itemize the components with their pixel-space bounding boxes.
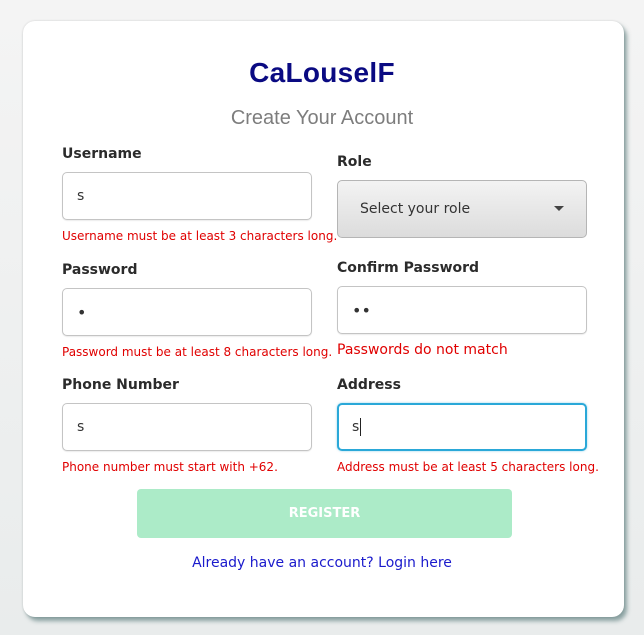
confirm-password-error: Passwords do not match xyxy=(337,342,508,358)
address-label: Address xyxy=(337,377,401,393)
password-value: • xyxy=(77,302,87,322)
password-error: Password must be at least 8 characters l… xyxy=(62,345,333,359)
phone-label: Phone Number xyxy=(62,377,179,393)
phone-value: s xyxy=(77,419,85,435)
login-link[interactable]: Already have an account? Login here xyxy=(0,555,644,571)
confirm-password-field[interactable]: •• xyxy=(337,286,587,334)
password-label: Password xyxy=(62,262,138,278)
username-field[interactable]: s xyxy=(62,172,312,220)
address-error: Address must be at least 5 characters lo… xyxy=(337,460,599,474)
username-value: s xyxy=(77,188,85,204)
register-button[interactable]: REGISTER xyxy=(137,489,512,538)
username-error: Username must be at least 3 characters l… xyxy=(62,229,338,243)
text-caret xyxy=(360,418,362,436)
chevron-down-icon xyxy=(554,206,564,211)
page-subtitle: Create Your Account xyxy=(230,107,414,129)
address-field[interactable]: s xyxy=(337,403,587,451)
role-select[interactable]: Select your role xyxy=(337,180,587,238)
password-field[interactable]: • xyxy=(62,288,312,336)
confirm-password-label: Confirm Password xyxy=(337,260,480,276)
username-label: Username xyxy=(62,146,142,162)
phone-field[interactable]: s xyxy=(62,403,312,451)
address-value: s xyxy=(352,419,360,435)
phone-error: Phone number must start with +62. xyxy=(62,460,278,474)
role-label: Role xyxy=(337,154,372,170)
app-title: CaLouselF xyxy=(249,57,395,88)
confirm-password-value: •• xyxy=(352,300,371,320)
role-selected-value: Select your role xyxy=(360,201,471,217)
